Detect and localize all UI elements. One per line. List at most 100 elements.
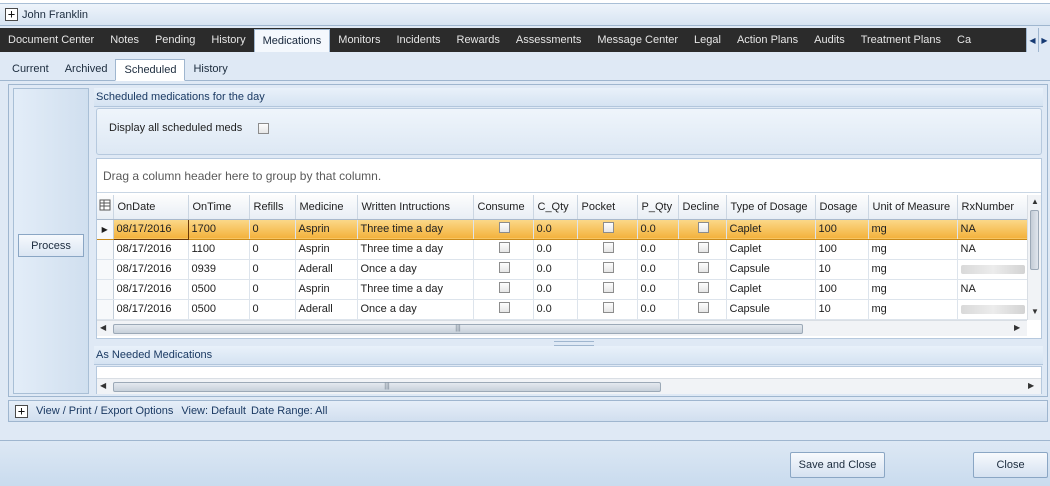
tab-rewards[interactable]: Rewards (449, 28, 508, 52)
column-header-p-qty[interactable]: P_Qty (637, 195, 679, 220)
tab-pending[interactable]: Pending (147, 28, 203, 52)
column-header-type-of-dosage[interactable]: Type of Dosage (726, 195, 816, 220)
plus-icon[interactable]: + (5, 8, 18, 21)
pocket-checkbox[interactable] (603, 222, 614, 233)
row-indicator[interactable] (97, 279, 114, 300)
subtab-archived[interactable]: Archived (57, 58, 116, 80)
column-header-refills[interactable]: Refills (249, 195, 296, 220)
decline-checkbox[interactable] (698, 262, 709, 273)
tab-scroll-left-icon[interactable]: ◀ (1026, 28, 1038, 52)
process-button[interactable]: Process (18, 234, 84, 257)
column-header-unit-of-measure[interactable]: Unit of Measure (868, 195, 958, 220)
display-all-label: Display all scheduled meds (109, 122, 243, 134)
medication-table: OnDate OnTime Refills Medicine Written Intru… (97, 195, 1027, 320)
as-needed-horizontal-scrollbar[interactable]: ◀ ||| ▶ (97, 378, 1041, 394)
consume-checkbox[interactable] (499, 222, 510, 233)
tab-treatment-plans[interactable]: Treatment Plans (853, 28, 949, 52)
date-range-label: Date Range: All (250, 405, 328, 417)
decline-checkbox[interactable] (698, 222, 709, 233)
consume-checkbox[interactable] (499, 242, 510, 253)
table-row[interactable]: 08/17/2016 0500 0 Aderall Once a day 0.0 0.0 Ca… (97, 299, 1027, 320)
as-needed-grid: ◀ ||| ▶ (96, 366, 1042, 394)
plus-icon[interactable]: + (15, 404, 28, 418)
vertical-scroll-thumb[interactable] (1030, 210, 1039, 270)
tab-audits[interactable]: Audits (806, 28, 853, 52)
tab-medications[interactable]: Medications (253, 29, 331, 52)
consume-checkbox[interactable] (499, 262, 510, 273)
column-header-c-qty[interactable]: C_Qty (533, 195, 578, 220)
cell-instructions: Once a day (357, 299, 474, 320)
cell-refills: 0 (249, 279, 296, 300)
cell-refills: 0 (249, 239, 296, 260)
scroll-left-icon[interactable]: ◀ (100, 323, 106, 332)
view-print-export-link[interactable]: View / Print / Export Options (36, 405, 173, 417)
close-button[interactable]: Close (973, 452, 1048, 478)
grid-vertical-scrollbar[interactable]: ▲ ▼ (1027, 195, 1041, 320)
scroll-right-icon[interactable]: ▶ (1028, 381, 1034, 390)
decline-checkbox[interactable] (698, 242, 709, 253)
scroll-up-icon[interactable]: ▲ (1031, 197, 1039, 206)
cell-decline (678, 279, 727, 300)
pocket-checkbox[interactable] (603, 262, 614, 273)
tab-history[interactable]: History (203, 28, 253, 52)
scroll-left-icon[interactable]: ◀ (100, 381, 106, 390)
cell-instructions: Once a day (357, 259, 474, 280)
cell-pocket (577, 299, 638, 320)
horizontal-scroll-thumb[interactable]: ||| (113, 382, 661, 392)
subtab-history[interactable]: History (185, 58, 235, 80)
cell-consume (473, 299, 534, 320)
column-header-ondate[interactable]: OnDate (113, 195, 189, 220)
row-indicator[interactable] (97, 239, 114, 260)
save-and-close-button[interactable]: Save and Close (790, 452, 885, 478)
row-selector-arrow-icon[interactable]: ▶ (97, 219, 114, 240)
pocket-checkbox[interactable] (603, 242, 614, 253)
subtab-scheduled[interactable]: Scheduled (115, 59, 186, 81)
column-header-pocket[interactable]: Pocket (577, 195, 638, 220)
group-by-panel[interactable]: Drag a column header here to group by th… (97, 159, 1041, 193)
tab-scroll-right-icon[interactable]: ▶ (1038, 28, 1050, 52)
column-header-written-intructions[interactable]: Written Intructions (357, 195, 474, 220)
column-header-medicine[interactable]: Medicine (295, 195, 358, 220)
cell-refills: 0 (249, 259, 296, 280)
table-row[interactable]: 08/17/2016 0500 0 Asprin Three time a day 0.0… (97, 279, 1027, 300)
display-all-checkbox[interactable] (258, 123, 269, 134)
cell-consume (473, 239, 534, 260)
table-row[interactable]: 08/17/2016 0939 0 Aderall Once a day 0.0 0.0 Ca… (97, 259, 1027, 280)
tab-ca[interactable]: Ca (949, 28, 979, 52)
cell-medicine: Aderall (295, 299, 358, 320)
column-header-dosage[interactable]: Dosage (815, 195, 869, 220)
cell-instructions: Three time a day (357, 219, 474, 240)
tab-action-plans[interactable]: Action Plans (729, 28, 806, 52)
cell-ontime: 0939 (188, 259, 250, 280)
decline-checkbox[interactable] (698, 302, 709, 313)
table-row[interactable]: ▶ 08/17/2016 1700 0 Asprin Three time a day 0.… (97, 218, 1027, 240)
tab-monitors[interactable]: Monitors (330, 28, 388, 52)
pocket-checkbox[interactable] (603, 302, 614, 313)
tab-document-center[interactable]: Document Center (0, 28, 102, 52)
column-header-consume[interactable]: Consume (473, 195, 534, 220)
decline-checkbox[interactable] (698, 282, 709, 293)
tab-notes[interactable]: Notes (102, 28, 147, 52)
consume-checkbox[interactable] (499, 282, 510, 293)
consume-checkbox[interactable] (499, 302, 510, 313)
cell-rxnumber: NA (957, 239, 1027, 260)
grid-horizontal-scrollbar[interactable]: ◀ ||| ▶ (97, 320, 1027, 336)
scroll-right-icon[interactable]: ▶ (1014, 323, 1020, 332)
tab-assessments[interactable]: Assessments (508, 28, 589, 52)
column-header-rxnumber[interactable]: RxNumber (957, 195, 1027, 220)
tab-incidents[interactable]: Incidents (388, 28, 448, 52)
column-chooser-icon[interactable] (97, 195, 114, 220)
row-indicator[interactable] (97, 259, 114, 280)
tab-message-center[interactable]: Message Center (589, 28, 686, 52)
column-header-decline[interactable]: Decline (678, 195, 727, 220)
horizontal-scroll-thumb[interactable]: ||| (113, 324, 803, 334)
cell-pocket (577, 259, 638, 280)
row-indicator[interactable] (97, 299, 114, 320)
column-header-ontime[interactable]: OnTime (188, 195, 250, 220)
tab-legal[interactable]: Legal (686, 28, 729, 52)
scroll-down-icon[interactable]: ▼ (1031, 307, 1039, 316)
table-row[interactable]: 08/17/2016 1100 0 Asprin Three time a day 0.0… (97, 239, 1027, 260)
cell-p-qty: 0.0 (637, 219, 679, 240)
subtab-current[interactable]: Current (4, 58, 57, 80)
pocket-checkbox[interactable] (603, 282, 614, 293)
